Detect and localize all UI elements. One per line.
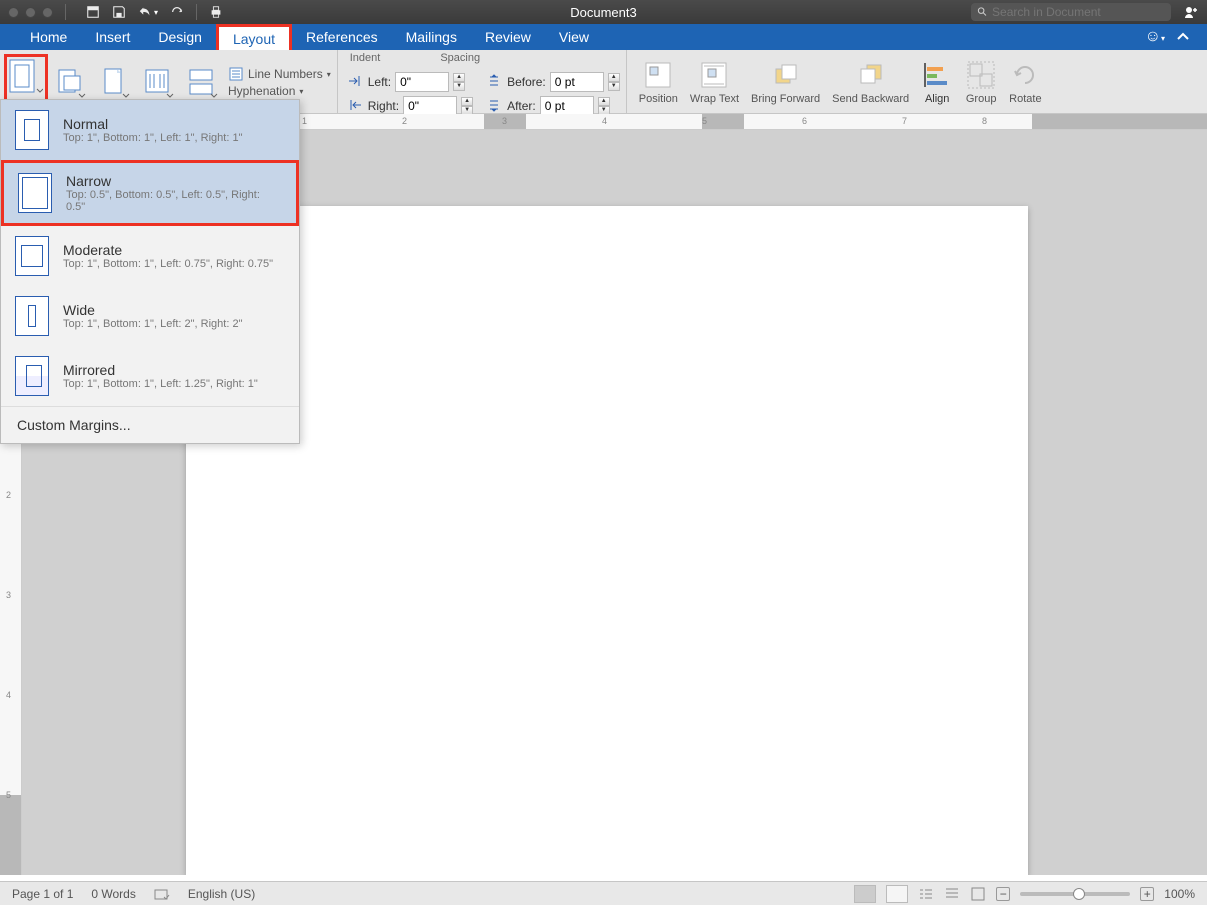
zoom-slider[interactable] — [1020, 892, 1130, 896]
indent-right-input[interactable] — [403, 96, 457, 116]
indent-right-row: Right: ▲▼ — [348, 96, 473, 116]
position-button[interactable]: Position — [633, 54, 684, 110]
margins-wide-icon — [15, 296, 49, 336]
bring-forward-button[interactable]: Bring Forward — [745, 54, 826, 110]
print-layout-view-icon[interactable] — [854, 885, 876, 903]
spacing-before-icon — [487, 74, 503, 90]
tab-view[interactable]: View — [545, 24, 603, 50]
autosave-icon[interactable] — [86, 5, 100, 19]
indent-left-row: Left: ▲▼ — [348, 72, 473, 92]
collapse-ribbon-icon[interactable] — [1175, 29, 1191, 45]
window-controls[interactable] — [8, 7, 53, 18]
print-icon[interactable] — [209, 5, 223, 19]
web-layout-view-icon[interactable] — [886, 885, 908, 903]
titlebar: ▾ Document3 — [0, 0, 1207, 24]
margins-button[interactable] — [4, 54, 48, 105]
indent-right-icon — [348, 98, 364, 114]
line-numbers-button[interactable]: Line Numbers▾ — [228, 66, 331, 82]
margins-moderate-icon — [15, 236, 49, 276]
wrap-text-button[interactable]: Wrap Text — [684, 54, 745, 110]
margins-dropdown: NormalTop: 1", Bottom: 1", Left: 1", Rig… — [0, 99, 300, 444]
zoom-level[interactable]: 100% — [1164, 887, 1195, 901]
indent-left-icon — [348, 74, 364, 90]
margins-option-moderate[interactable]: ModerateTop: 1", Bottom: 1", Left: 0.75"… — [1, 226, 299, 286]
margins-normal-icon — [15, 110, 49, 150]
margins-narrow-icon — [18, 173, 52, 213]
group-button[interactable]: Group — [959, 54, 1003, 110]
indent-left-spinners[interactable]: ▲▼ — [453, 73, 465, 91]
indent-header: Indent — [350, 52, 381, 64]
rotate-button[interactable]: Rotate — [1003, 54, 1047, 110]
tab-references[interactable]: References — [292, 24, 392, 50]
zoom-out-button[interactable]: − — [996, 887, 1010, 901]
outline-view-icon[interactable] — [918, 886, 934, 902]
redo-icon[interactable] — [170, 5, 184, 19]
document-title: Document3 — [570, 5, 636, 20]
focus-view-icon[interactable] — [970, 886, 986, 902]
margins-option-mirrored[interactable]: MirroredTop: 1", Bottom: 1", Left: 1.25"… — [1, 346, 299, 406]
close-window-icon[interactable] — [8, 7, 19, 18]
undo-icon[interactable] — [138, 5, 152, 19]
margins-option-narrow[interactable]: NarrowTop: 0.5", Bottom: 0.5", Left: 0.5… — [1, 160, 299, 226]
spacing-after-input[interactable] — [540, 96, 594, 116]
page[interactable] — [186, 206, 1028, 875]
margins-mirrored-icon — [15, 356, 49, 396]
tab-design[interactable]: Design — [144, 24, 216, 50]
ribbon-tabs: Home Insert Design Layout References Mai… — [0, 24, 1207, 50]
search-input[interactable] — [992, 5, 1165, 19]
line-numbers-icon — [228, 66, 244, 82]
spacing-after-icon — [487, 98, 503, 114]
margins-option-normal[interactable]: NormalTop: 1", Bottom: 1", Left: 1", Rig… — [1, 100, 299, 160]
send-backward-button[interactable]: Send Backward — [826, 54, 915, 110]
tab-layout[interactable]: Layout — [216, 24, 292, 50]
hyphenation-button[interactable]: Hyphenation▾ — [228, 84, 331, 98]
custom-margins-button[interactable]: Custom Margins... — [1, 406, 299, 443]
account-icon[interactable]: ☺▾ — [1145, 28, 1165, 46]
minimize-window-icon[interactable] — [25, 7, 36, 18]
zoom-in-button[interactable]: + — [1140, 887, 1154, 901]
spelling-icon[interactable] — [154, 887, 170, 901]
draft-view-icon[interactable] — [944, 886, 960, 902]
spacing-before-spinners[interactable]: ▲▼ — [608, 73, 620, 91]
align-button[interactable]: Align — [915, 54, 959, 110]
search-box[interactable] — [971, 3, 1171, 21]
tab-insert[interactable]: Insert — [81, 24, 144, 50]
margins-option-wide[interactable]: WideTop: 1", Bottom: 1", Left: 2", Right… — [1, 286, 299, 346]
search-icon — [977, 6, 988, 18]
spacing-header: Spacing — [440, 52, 480, 64]
indent-left-input[interactable] — [395, 72, 449, 92]
word-count[interactable]: 0 Words — [91, 887, 135, 901]
save-icon[interactable] — [112, 5, 126, 19]
share-icon[interactable] — [1183, 4, 1199, 20]
page-indicator[interactable]: Page 1 of 1 — [12, 887, 73, 901]
language-indicator[interactable]: English (US) — [188, 887, 255, 901]
spacing-after-spinners[interactable]: ▲▼ — [598, 97, 610, 115]
zoom-window-icon[interactable] — [42, 7, 53, 18]
tab-review[interactable]: Review — [471, 24, 545, 50]
tab-mailings[interactable]: Mailings — [392, 24, 471, 50]
tab-home[interactable]: Home — [16, 24, 81, 50]
status-bar: Page 1 of 1 0 Words English (US) − + 100… — [0, 881, 1207, 905]
quick-access-toolbar: ▾ — [86, 4, 223, 20]
spacing-before-input[interactable] — [550, 72, 604, 92]
indent-right-spinners[interactable]: ▲▼ — [461, 97, 473, 115]
